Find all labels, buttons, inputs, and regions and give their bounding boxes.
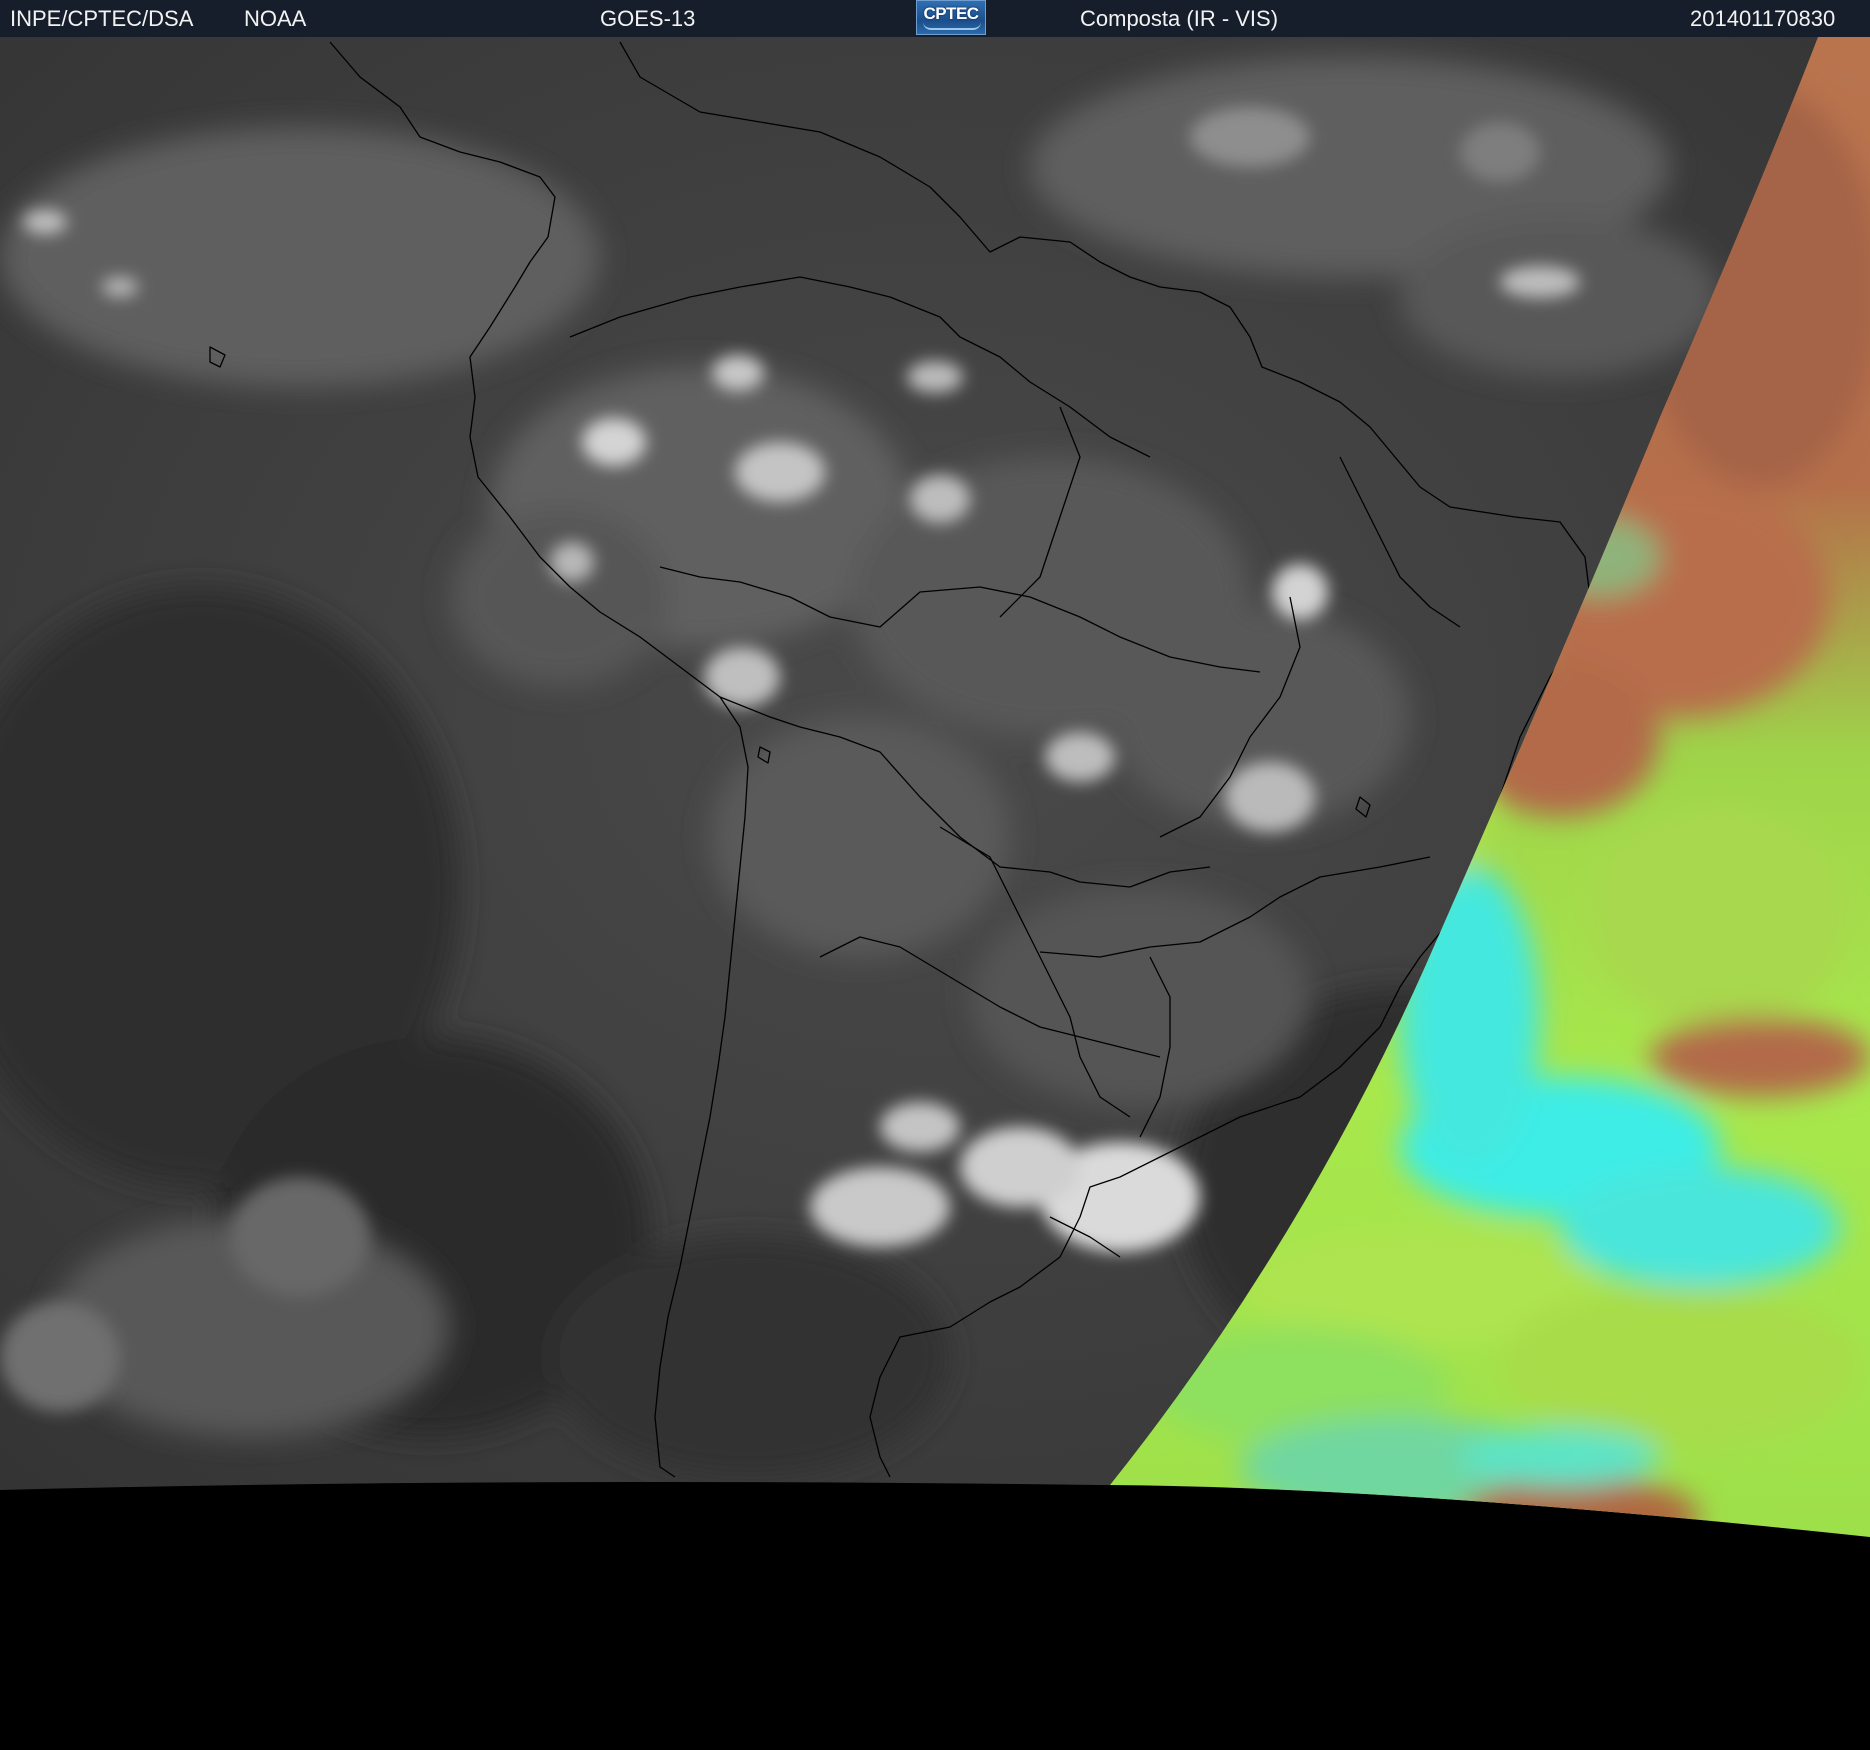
logo-text: CPTEC (923, 4, 979, 23)
cptec-logo: CPTEC (916, 0, 986, 35)
satellite-image (0, 37, 1870, 1750)
timestamp-label: 201401170830 (1690, 6, 1836, 31)
logo-swoosh (923, 22, 981, 30)
product-label: Composta (IR - VIS) (1080, 6, 1279, 31)
satellite-map-svg (0, 37, 1870, 1750)
source-label: INPE/CPTEC/DSA (10, 6, 194, 31)
satellite-label: GOES-13 (600, 6, 696, 31)
header-bar: INPE/CPTEC/DSA NOAA GOES-13 CPTEC Compos… (0, 0, 1870, 37)
agency-label: NOAA (244, 6, 307, 31)
